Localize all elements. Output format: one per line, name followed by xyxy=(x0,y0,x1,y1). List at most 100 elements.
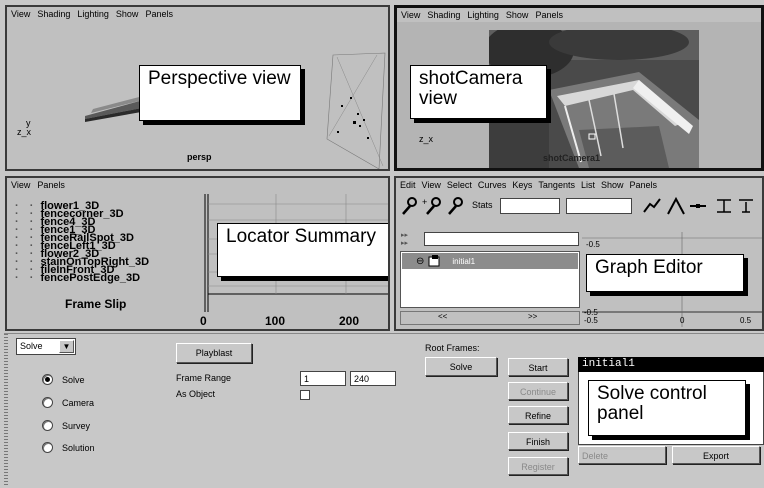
mode-select-value: Solve xyxy=(20,341,43,351)
stats-label: Stats xyxy=(472,200,493,210)
dropdown-arrow-icon[interactable]: ▼ xyxy=(59,340,74,353)
solution-object-icon xyxy=(428,255,440,267)
persp-axis-indicator: y z_x xyxy=(17,119,31,137)
graph-menu-keys[interactable]: Keys xyxy=(512,178,532,192)
radio-button-icon[interactable] xyxy=(42,397,53,408)
graph-menu-panels[interactable]: Panels xyxy=(629,178,657,192)
delete-button[interactable]: Delete xyxy=(578,446,666,464)
radio-button-icon[interactable] xyxy=(42,442,53,453)
radio-camera[interactable]: Camera xyxy=(42,397,94,408)
persp-menu-bar: View Shading Lighting Show Panels xyxy=(7,7,388,21)
insert-key-tool-icon[interactable]: + xyxy=(422,196,446,216)
outliner-scroll-prev[interactable]: << xyxy=(438,312,447,321)
graph-axis-label: 0 xyxy=(680,316,685,325)
graph-axis-label: 0.5 xyxy=(740,316,752,325)
break-tangent-icon[interactable] xyxy=(714,196,734,216)
refine-button[interactable]: Refine xyxy=(508,406,568,424)
locator-item[interactable]: · · fencePostEdge_3D xyxy=(15,273,209,284)
graph-value-label: -0.5 xyxy=(586,240,600,249)
persp-menu-shading[interactable]: Shading xyxy=(37,7,70,21)
locator-menu-panels[interactable]: Panels xyxy=(37,178,65,192)
persp-menu-show[interactable]: Show xyxy=(116,7,139,21)
shotcam-camera-label: shotCamera1 xyxy=(543,153,601,163)
shotcam-menu-lighting[interactable]: Lighting xyxy=(467,8,499,22)
outliner-scroll-next[interactable]: >> xyxy=(528,312,537,321)
collapse-icon[interactable]: ⊖ xyxy=(416,256,424,267)
root-solve-button[interactable]: Solve xyxy=(425,357,497,376)
frame-start-field[interactable]: 1 xyxy=(300,371,346,386)
svg-text:▸▸: ▸▸ xyxy=(401,240,409,247)
as-object-label: As Object xyxy=(176,389,216,399)
radio-solve[interactable]: Solve xyxy=(42,374,85,385)
frame-range-label: Frame Range xyxy=(176,373,232,383)
axis-zx-label: z_x xyxy=(17,127,32,137)
svg-text:+: + xyxy=(422,197,427,207)
locator-menu-bar: View Panels xyxy=(7,178,388,192)
frame-end-field[interactable]: 240 xyxy=(350,371,396,386)
outliner-item-initial1[interactable]: ⊖ initial1 xyxy=(402,253,578,269)
timeline-tick-label: 0 xyxy=(200,314,207,328)
timeline-tick-label: 100 xyxy=(265,314,286,328)
export-button[interactable]: Export xyxy=(672,446,760,464)
timeline-tick-label: 200 xyxy=(339,314,360,328)
radio-solution[interactable]: Solution xyxy=(42,442,95,453)
as-object-checkbox[interactable] xyxy=(300,390,310,400)
outliner-filter-field[interactable] xyxy=(424,232,579,246)
finish-button[interactable]: Finish xyxy=(508,432,568,450)
solve-control-panel: Solve ▼ Solve Camera Survey Solution Pla… xyxy=(4,333,764,488)
perspective-viewport[interactable]: View Shading Lighting Show Panels y z_x … xyxy=(5,5,390,171)
graph-editor-panel[interactable]: Edit View Select Curves Keys Tangents Li… xyxy=(394,176,764,331)
locator-summary-callout: Locator Summary xyxy=(217,223,388,277)
locator-list: · · flower1_3D · · fencecorner_3D · · fe… xyxy=(15,201,209,284)
shotcam-menu-view[interactable]: View xyxy=(401,8,420,22)
graph-menu-edit[interactable]: Edit xyxy=(400,178,416,192)
panel-drag-handle[interactable] xyxy=(4,334,8,486)
unify-tangent-icon[interactable] xyxy=(736,196,756,216)
mode-select[interactable]: Solve ▼ xyxy=(16,338,76,355)
start-button[interactable]: Start xyxy=(508,358,568,376)
persp-menu-view[interactable]: View xyxy=(11,7,30,21)
graph-menu-tangents[interactable]: Tangents xyxy=(538,178,575,192)
graph-menu-view[interactable]: View xyxy=(422,178,441,192)
shotcamera-view-callout: shotCamera view xyxy=(410,65,547,119)
outliner-filter-icon[interactable]: ▸▸▸▸ xyxy=(401,230,417,248)
graph-menu-select[interactable]: Select xyxy=(447,178,472,192)
locator-menu-view[interactable]: View xyxy=(11,178,30,192)
spline-tangent-icon[interactable] xyxy=(642,196,662,216)
shotcam-menu-bar: View Shading Lighting Show Panels xyxy=(397,8,761,22)
solve-control-panel-callout: Solve control panel xyxy=(588,380,746,436)
persp-menu-lighting[interactable]: Lighting xyxy=(77,7,109,21)
graph-menu-show[interactable]: Show xyxy=(601,178,624,192)
outliner-item-label: initial1 xyxy=(452,256,476,266)
add-key-tool-icon[interactable] xyxy=(446,196,468,216)
stats-time-field[interactable] xyxy=(500,198,560,214)
register-button[interactable]: Register xyxy=(508,457,568,475)
graph-menu-list[interactable]: List xyxy=(581,178,595,192)
shotcam-menu-shading[interactable]: Shading xyxy=(427,8,460,22)
continue-button[interactable]: Continue xyxy=(508,382,568,400)
solution-list-header[interactable]: initial1 xyxy=(578,357,764,372)
root-frames-label: Root Frames: xyxy=(425,343,480,353)
frame-slip-label: Frame Slip xyxy=(65,297,127,311)
radio-survey[interactable]: Survey xyxy=(42,420,90,431)
flat-tangent-icon[interactable] xyxy=(688,196,708,216)
graph-menu-bar: Edit View Select Curves Keys Tangents Li… xyxy=(396,178,762,192)
stats-value-field[interactable] xyxy=(566,198,632,214)
playblast-button[interactable]: Playblast xyxy=(176,343,252,363)
shotcamera-viewport[interactable]: View Shading Lighting Show Panels z_x sh… xyxy=(394,5,764,171)
radio-button-icon[interactable] xyxy=(42,420,53,431)
svg-text:▸▸: ▸▸ xyxy=(401,232,409,239)
persp-menu-panels[interactable]: Panels xyxy=(145,7,173,21)
linear-tangent-icon[interactable] xyxy=(666,196,686,216)
persp-camera-label: persp xyxy=(187,152,212,162)
move-key-tool-icon[interactable] xyxy=(400,196,422,216)
shotcam-menu-show[interactable]: Show xyxy=(506,8,529,22)
locator-summary-panel[interactable]: View Panels · · flower1_3D · · fencecorn… xyxy=(5,176,390,331)
graph-menu-curves[interactable]: Curves xyxy=(478,178,507,192)
graph-axis-label: -0.5 xyxy=(584,316,598,325)
perspective-view-callout: Perspective view xyxy=(139,65,301,121)
shotcam-menu-panels[interactable]: Panels xyxy=(535,8,563,22)
radio-button-icon[interactable] xyxy=(42,374,53,385)
shotcam-axis-indicator: z_x xyxy=(419,134,434,144)
graph-editor-callout: Graph Editor xyxy=(586,254,744,292)
